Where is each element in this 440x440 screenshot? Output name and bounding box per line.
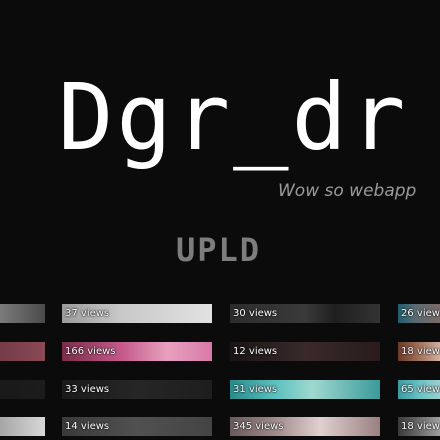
- view-count: 14 views: [65, 421, 110, 432]
- view-count: 26 views: [401, 308, 440, 319]
- view-count: 12 views: [233, 346, 278, 357]
- view-count: 18 views: [401, 346, 440, 357]
- app-page: Dgr_dr Wow so webapp UPLD 37 views 30 vie…: [0, 0, 440, 440]
- video-thumbnail[interactable]: 65 views: [398, 380, 440, 399]
- view-count: 31 views: [233, 384, 278, 395]
- video-thumbnail[interactable]: 33 views: [62, 380, 212, 399]
- video-thumbnail[interactable]: 31 views: [230, 380, 380, 399]
- video-thumbnail[interactable]: 345 views: [230, 417, 380, 436]
- video-thumbnail[interactable]: 166 views: [62, 342, 212, 361]
- video-thumbnail[interactable]: [0, 342, 45, 361]
- video-thumbnail[interactable]: 26 views: [398, 304, 440, 323]
- view-count: 166 views: [65, 346, 116, 357]
- video-thumbnail[interactable]: 18 views: [398, 417, 440, 436]
- video-thumbnail[interactable]: [0, 304, 45, 323]
- video-thumbnail[interactable]: 12 views: [230, 342, 380, 361]
- view-count: 37 views: [65, 308, 110, 319]
- app-tagline: Wow so webapp: [278, 181, 417, 201]
- video-thumbnail[interactable]: [0, 417, 45, 436]
- app-logo: Dgr_dr: [58, 64, 409, 171]
- video-thumbnail[interactable]: 30 views: [230, 304, 380, 323]
- upload-button[interactable]: UPLD: [176, 232, 268, 268]
- video-thumbnail[interactable]: [0, 380, 45, 399]
- view-count: 345 views: [233, 421, 284, 432]
- video-thumbnail[interactable]: 18 views: [398, 342, 440, 361]
- video-thumbnail[interactable]: 14 views: [62, 417, 212, 436]
- video-thumbnail[interactable]: 37 views: [62, 304, 212, 323]
- view-count: 30 views: [233, 308, 278, 319]
- view-count: 33 views: [65, 384, 110, 395]
- view-count: 65 views: [401, 384, 440, 395]
- view-count: 18 views: [401, 421, 440, 432]
